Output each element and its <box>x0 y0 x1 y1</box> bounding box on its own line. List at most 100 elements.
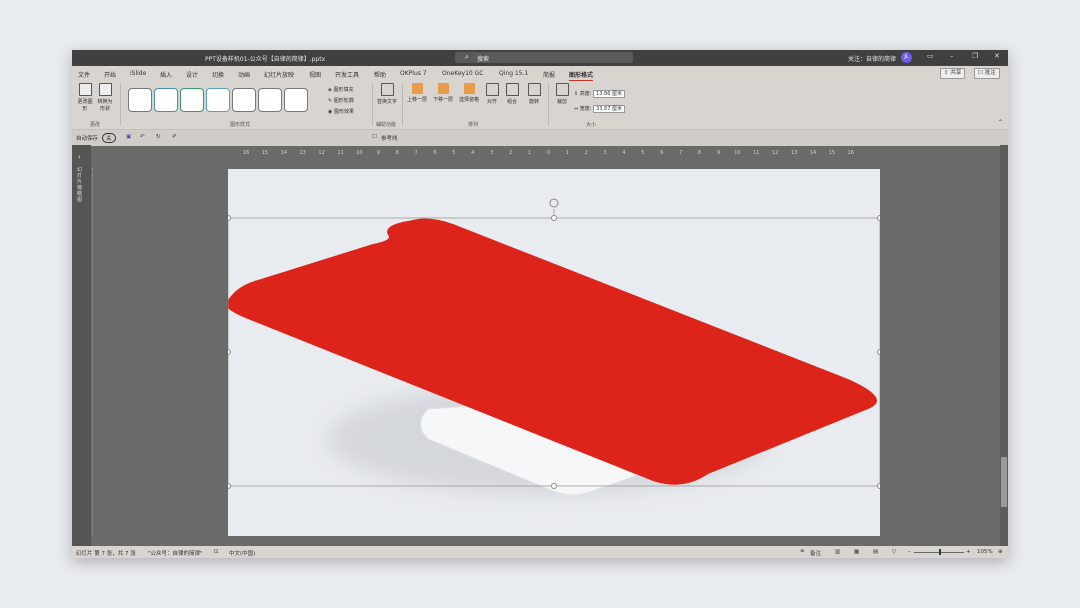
zoom-in-icon[interactable]: + <box>966 549 971 555</box>
align-button[interactable]: 对齐 <box>482 83 502 105</box>
tab-insert[interactable]: 插入 <box>160 70 172 79</box>
reference-line-label: 参考线 <box>381 136 398 142</box>
accessibility-icon[interactable]: ⊡ <box>214 549 219 555</box>
ruler-tick-label: 14 <box>810 150 816 156</box>
style-swatch[interactable] <box>258 88 282 112</box>
undo-icon[interactable]: ↶ <box>140 134 145 140</box>
change-shape-button[interactable]: 更改图形 <box>76 83 94 112</box>
rotate-button[interactable]: 旋转 <box>524 83 544 105</box>
width-input[interactable]: 33.87 厘米 <box>593 105 625 113</box>
tab-slideshow[interactable]: 幻灯片放映 <box>264 70 294 79</box>
alt-text-button[interactable]: 替换文字 <box>376 83 398 105</box>
resize-handle[interactable] <box>228 215 231 221</box>
tab-file[interactable]: 文件 <box>78 70 90 79</box>
ruler-tick-label: 15 <box>262 150 268 156</box>
tab-qing[interactable]: Qing 15.1 <box>499 70 528 77</box>
minimize-icon[interactable]: – <box>950 52 954 60</box>
notes-button[interactable]: 备注 <box>810 549 821 557</box>
shape-effects-button[interactable]: ◉ 图形效果 <box>328 107 354 118</box>
notes-icon[interactable]: ≘ <box>800 549 805 555</box>
expand-pane-icon[interactable]: › <box>78 153 81 161</box>
fit-slide-icon[interactable]: ⊕ <box>998 549 1003 555</box>
effects-icon: ◉ <box>328 109 333 115</box>
bring-forward-button[interactable]: 上移一层 <box>404 83 430 103</box>
normal-view-icon[interactable]: ▥ <box>835 549 840 555</box>
convert-shape-button[interactable]: 转换为形状 <box>96 83 114 112</box>
send-backward-button[interactable]: 下移一层 <box>430 83 456 103</box>
size-fields: ⇕ 高度: 13.86 厘米 ⇔ 宽度: 33.87 厘米 <box>574 87 625 117</box>
zoom-out-icon[interactable]: – <box>908 549 911 555</box>
tab-design[interactable]: 设计 <box>186 70 198 79</box>
tab-onekey[interactable]: OneKey10 GC <box>442 70 483 77</box>
ruler-tick-label: 12 <box>318 150 324 156</box>
ruler-tick-label: 2 <box>509 150 512 156</box>
restore-icon[interactable]: ❐ <box>972 52 978 60</box>
scrollbar-thumb[interactable] <box>1001 457 1007 507</box>
ruler-tick-label: 1 <box>528 150 531 156</box>
resize-handle[interactable] <box>228 349 231 355</box>
avatar[interactable]: JL <box>901 52 912 63</box>
share-button[interactable]: ⇪ 共享 <box>940 68 966 79</box>
shape-outline-button[interactable]: ✎ 图形轮廓 <box>328 96 354 107</box>
slide-sorter-icon[interactable]: ▦ <box>854 549 859 555</box>
tab-view[interactable]: 视图 <box>309 70 321 79</box>
thumbnail-pane: › 幻灯片缩略图 <box>72 145 91 546</box>
tab-help[interactable]: 帮助 <box>374 70 386 79</box>
style-swatch[interactable] <box>232 88 256 112</box>
ruler-tick-label: 10 <box>734 150 740 156</box>
vertical-scrollbar[interactable] <box>1000 145 1008 546</box>
resize-handle[interactable] <box>877 215 881 221</box>
collapse-ribbon-icon[interactable]: ⌃ <box>998 119 1003 126</box>
comment-button[interactable]: ☐ 批注 <box>974 68 1000 79</box>
autosave-toggle[interactable]: 关 <box>102 133 116 143</box>
style-swatch[interactable] <box>154 88 178 112</box>
format-painter-icon[interactable]: ✐ <box>172 134 177 140</box>
group-button[interactable]: 组合 <box>502 83 522 105</box>
save-icon[interactable]: ▣ <box>126 134 131 140</box>
selection-pane-button[interactable]: 选择窗格 <box>456 83 482 103</box>
slideshow-icon[interactable]: ▽ <box>892 549 896 555</box>
tab-briefing[interactable]: 简报 <box>543 70 555 79</box>
style-swatch[interactable] <box>128 88 152 112</box>
tab-animations[interactable]: 动画 <box>238 70 250 79</box>
tab-shape-format[interactable]: 图形格式 <box>569 70 594 81</box>
align-label: 对齐 <box>486 99 497 105</box>
style-swatch[interactable] <box>284 88 308 112</box>
search-box[interactable]: ⌕ 搜索 <box>455 52 633 63</box>
resize-handle[interactable] <box>877 349 881 355</box>
tab-okplus[interactable]: OKPlus 7 <box>400 70 427 77</box>
resize-handle[interactable] <box>551 215 557 221</box>
divider <box>372 84 373 126</box>
close-icon[interactable]: ✕ <box>994 52 1000 60</box>
style-swatch[interactable] <box>180 88 204 112</box>
reference-line-checkbox[interactable]: ☐ <box>372 134 377 140</box>
zoom-slider-thumb[interactable] <box>939 549 941 555</box>
tab-islide[interactable]: iSlide <box>130 70 146 77</box>
reading-view-icon[interactable]: ▤ <box>873 549 878 555</box>
outline-icon: ✎ <box>328 98 333 104</box>
divider <box>548 84 549 126</box>
zoom-level[interactable]: 105% <box>977 549 993 555</box>
resize-handle[interactable] <box>877 483 881 489</box>
slide-canvas[interactable] <box>228 169 880 536</box>
ribbon-display-icon[interactable]: ▭ <box>927 52 934 60</box>
resize-handle[interactable] <box>551 483 557 489</box>
tab-transitions[interactable]: 切换 <box>212 70 224 79</box>
style-swatch[interactable] <box>206 88 230 112</box>
shape-effects-label: 图形效果 <box>333 109 354 115</box>
redo-icon[interactable]: ↻ <box>156 134 161 140</box>
slide-counter: 幻灯片 第 7 张，共 7 张 <box>76 551 136 557</box>
ruler-tick-label: 10 <box>356 150 362 156</box>
tab-home[interactable]: 开始 <box>104 70 116 79</box>
group-accessibility-label: 辅助功能 <box>376 122 397 128</box>
tab-developer[interactable]: 开发工具 <box>335 70 359 79</box>
resize-handle[interactable] <box>228 483 231 489</box>
crop-button[interactable]: 裁剪 <box>552 83 572 105</box>
shape-fill-button[interactable]: ◈ 图形填充 <box>328 85 354 96</box>
height-input[interactable]: 13.86 厘米 <box>593 90 625 98</box>
edit-shape-icon <box>78 83 92 96</box>
ruler-tick-label: 15 <box>829 150 835 156</box>
horizontal-ruler: 16 15 14 13 12 11 10 9 8 7 6 5 4 3 2 1 0 1 2 3 4 5 6 7 8 9 10 11 12 1… <box>228 147 880 156</box>
language-status[interactable]: 中文(中国) <box>229 549 255 557</box>
rotate-handle-icon[interactable] <box>549 198 559 208</box>
